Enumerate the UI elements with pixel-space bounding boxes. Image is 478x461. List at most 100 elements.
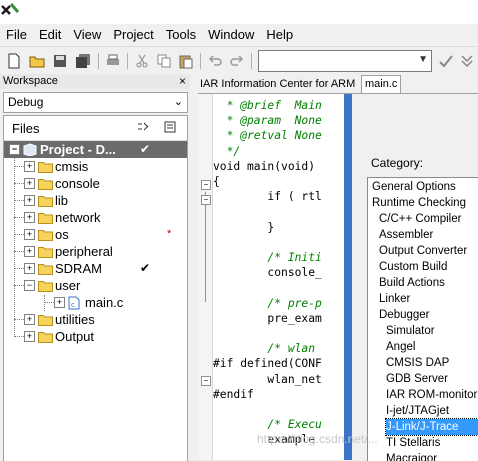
tree-project-row[interactable]: − Project - D... ✔ [4, 141, 187, 158]
menu-window[interactable]: Window [202, 24, 260, 46]
editor-tab-bar: IAR Information Center for ARM main.c [198, 74, 478, 94]
category-item-cmsis-dap[interactable]: CMSIS DAP [386, 355, 449, 371]
tree-item-sdram[interactable]: + SDRAM ✔ [4, 260, 187, 277]
iar-app-icon[interactable] [0, 2, 22, 22]
fold-collapse-icon[interactable]: − [201, 376, 211, 386]
collapse-icon[interactable]: − [24, 280, 35, 291]
category-item-output-converter[interactable]: Output Converter [379, 243, 467, 259]
tree-item-console[interactable]: + console [4, 175, 187, 192]
folder-icon [38, 245, 53, 258]
code-line: /* Initi [213, 251, 322, 264]
tree-item-label: main.c [85, 295, 124, 310]
category-item-gdb-server[interactable]: GDB Server [386, 371, 448, 387]
category-item-runtime-checking[interactable]: Runtime Checking [372, 195, 466, 211]
undo-icon[interactable] [206, 52, 224, 70]
tree-item-cmsis[interactable]: + cmsis [4, 158, 187, 175]
category-item-assembler[interactable]: Assembler [379, 227, 433, 243]
code-line: /* Execu [213, 418, 322, 432]
save-icon[interactable] [51, 52, 69, 70]
tree-item-user[interactable]: − user [4, 277, 187, 294]
tree-item-main-c[interactable]: + c main.c [4, 294, 187, 311]
open-folder-icon[interactable] [28, 52, 46, 70]
category-item-simulator[interactable]: Simulator [386, 323, 435, 339]
tree-item-network[interactable]: + network [4, 209, 187, 226]
menu-file[interactable]: File [0, 24, 33, 46]
expand-icon[interactable]: + [24, 161, 35, 172]
find-check-icon[interactable] [437, 52, 455, 70]
collapse-icon[interactable]: − [9, 144, 20, 155]
expand-icon[interactable]: + [24, 178, 35, 189]
code-line: } [213, 220, 275, 234]
tree-item-os[interactable]: + os * [4, 226, 187, 243]
folder-icon [38, 177, 53, 190]
fold-collapse-icon[interactable]: − [201, 195, 211, 205]
category-item-angel[interactable]: Angel [386, 339, 415, 355]
expand-icon[interactable]: + [24, 229, 35, 240]
code-line: { [213, 175, 220, 188]
category-item-ti-stellaris[interactable]: TI Stellaris [386, 435, 440, 451]
chevron-down-icon[interactable]: ⌄ [174, 95, 183, 108]
tab-main-c[interactable]: main.c [361, 75, 401, 93]
tree-item-lib[interactable]: + lib [4, 192, 187, 209]
category-item-build-actions[interactable]: Build Actions [379, 275, 445, 291]
copy-icon[interactable] [155, 52, 173, 70]
tree-line [14, 183, 24, 184]
tree-item-output[interactable]: + Output [4, 328, 187, 345]
category-item-j-link-j-trace[interactable]: J-Link/J-Trace [384, 418, 478, 436]
cut-icon[interactable] [133, 52, 151, 70]
expand-icon[interactable]: + [24, 246, 35, 257]
category-item-i-jet-jtagjet[interactable]: I-jet/JTAGjet [386, 403, 449, 419]
expand-icon[interactable]: + [54, 297, 65, 308]
folder-icon [38, 160, 53, 173]
tab-iar-information-center[interactable]: IAR Information Center for ARM [200, 76, 355, 93]
configuration-select[interactable]: Debug ⌄ [3, 92, 188, 113]
category-item-linker[interactable]: Linker [379, 291, 410, 307]
menu-view[interactable]: View [67, 24, 107, 46]
find-down-icon[interactable] [458, 52, 476, 70]
tree-line [14, 200, 24, 201]
menu-edit[interactable]: Edit [33, 24, 67, 46]
expand-icon[interactable]: + [24, 263, 35, 274]
find-combo-box[interactable]: ▼ [258, 50, 432, 72]
code-editor[interactable]: * @brief Main * @param None * @retval No… [213, 94, 353, 460]
category-item-iar-rom-monitor[interactable]: IAR ROM-monitor [386, 387, 477, 403]
folder-icon [38, 228, 53, 241]
menu-help[interactable]: Help [260, 24, 299, 46]
category-list[interactable]: General Options Runtime Checking C/C++ Com… [367, 177, 478, 461]
code-line: wlan_net [213, 372, 322, 386]
tree-line [14, 285, 24, 286]
close-icon[interactable]: × [179, 74, 186, 89]
chevron-down-icon[interactable]: ▼ [418, 54, 428, 65]
expand-icon[interactable]: + [24, 212, 35, 223]
tree-item-peripheral[interactable]: + peripheral [4, 243, 187, 260]
pane-splitter[interactable] [190, 74, 198, 460]
fold-line [205, 192, 206, 302]
expand-icon[interactable]: + [24, 331, 35, 342]
category-item-debugger[interactable]: Debugger [379, 307, 430, 323]
paste-icon[interactable] [177, 52, 195, 70]
menu-project[interactable]: Project [107, 24, 159, 46]
code-line: * @brief Main [213, 99, 322, 112]
code-line: /* pre-p [213, 296, 322, 310]
menu-bar: File Edit View Project Tools Window Help [0, 24, 478, 46]
code-line: #endif [213, 387, 254, 401]
expand-icon[interactable]: + [24, 195, 35, 206]
menu-tools[interactable]: Tools [160, 24, 202, 46]
print-icon[interactable] [104, 52, 122, 70]
category-item-custom-build[interactable]: Custom Build [379, 259, 447, 275]
save-all-icon[interactable] [74, 52, 92, 70]
fold-collapse-icon[interactable]: − [201, 180, 211, 190]
tree-item-label: os [55, 227, 69, 242]
category-item-c-c-compiler[interactable]: C/C++ Compiler [379, 211, 461, 227]
new-file-icon[interactable] [5, 52, 23, 70]
category-item-general-options[interactable]: General Options [372, 179, 456, 195]
tree-item-label: SDRAM [55, 261, 102, 276]
build-column-icon[interactable] [164, 121, 176, 136]
expand-icon[interactable]: + [24, 314, 35, 325]
title-strip [0, 0, 478, 24]
code-line: void main(void) [213, 159, 316, 173]
options-column-icon[interactable] [137, 121, 149, 136]
code-line: * @param None [213, 114, 322, 128]
redo-icon[interactable] [228, 52, 246, 70]
tree-item-utilities[interactable]: + utilities [4, 311, 187, 328]
